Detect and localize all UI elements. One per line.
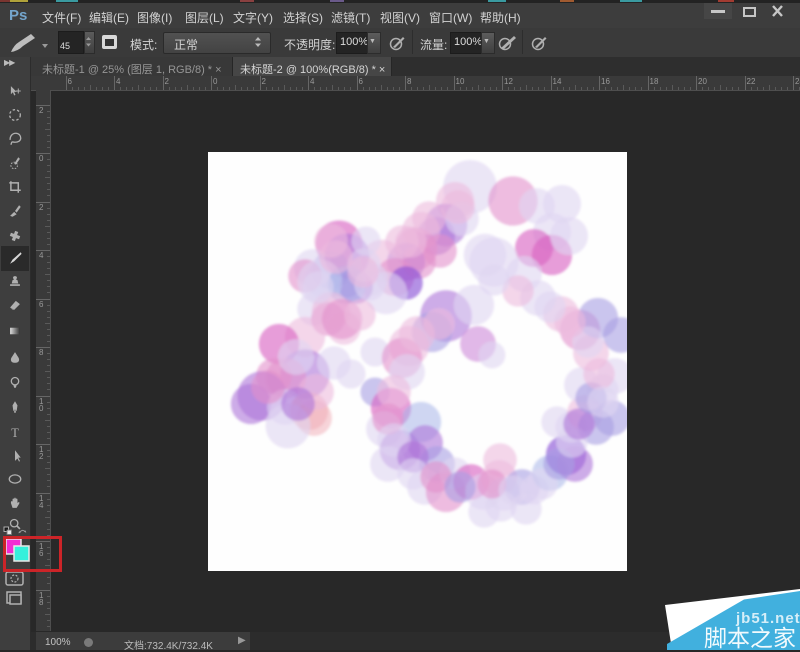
svg-text:T: T [11, 426, 19, 440]
svg-text:脚本之家: 脚本之家 [704, 625, 796, 650]
